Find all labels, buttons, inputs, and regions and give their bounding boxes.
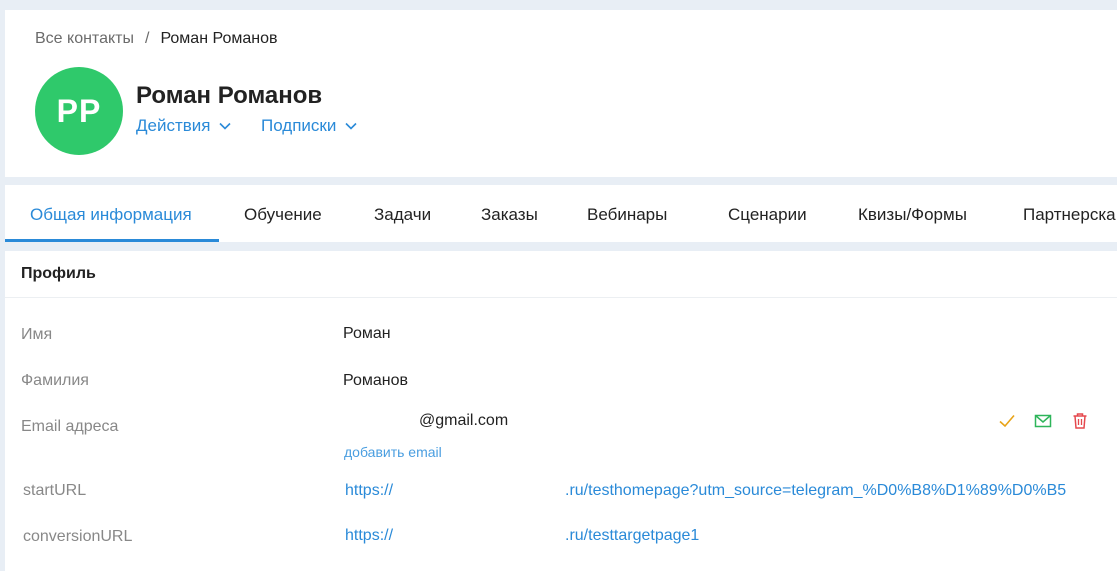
breadcrumb: Все контакты / Роман Романов: [35, 30, 277, 48]
tab-tasks[interactable]: Задачи: [374, 205, 431, 225]
subscriptions-dropdown[interactable]: Подписки: [261, 116, 357, 136]
last-name-label: Фамилия: [21, 372, 89, 389]
contact-header: Все контакты / Роман Романов PP Роман Рома…: [5, 10, 1117, 177]
actions-label: Действия: [136, 116, 211, 135]
conversion-url-link-suffix[interactable]: .ru/testtargetpage1: [565, 527, 699, 545]
check-icon[interactable]: [998, 412, 1016, 430]
last-name-value: Романов: [343, 372, 408, 389]
actions-dropdown[interactable]: Действия: [136, 116, 232, 136]
subscriptions-label: Подписки: [261, 116, 337, 135]
start-url-link-suffix[interactable]: .ru/testhomepage?utm_source=telegram_%D0…: [565, 482, 1066, 500]
conversion-url-link-prefix[interactable]: https://: [345, 527, 393, 545]
tab-scenarios[interactable]: Сценарии: [728, 205, 807, 225]
chevron-down-icon: [345, 122, 357, 130]
add-email-link[interactable]: добавить email: [344, 444, 442, 460]
tab-partner[interactable]: Партнерска: [1023, 205, 1116, 225]
tab-quizzes-forms[interactable]: Квизы/Формы: [858, 205, 967, 225]
email-label: Email адреса: [21, 418, 119, 435]
active-tab-indicator: [5, 239, 219, 242]
tabs-bar: Общая информация Обучение Задачи Заказы …: [5, 185, 1117, 242]
profile-section: Профиль Имя Роман Фамилия Романов Email …: [5, 251, 1117, 571]
tab-general-info[interactable]: Общая информация: [30, 205, 192, 225]
conversion-url-label: conversionURL: [23, 528, 133, 545]
avatar: PP: [35, 67, 123, 155]
first-name-label: Имя: [21, 326, 53, 343]
tab-orders[interactable]: Заказы: [481, 205, 538, 225]
chevron-down-icon: [219, 122, 232, 130]
tab-training[interactable]: Обучение: [244, 205, 322, 225]
trash-icon[interactable]: [1071, 412, 1089, 430]
section-title: Профиль: [21, 265, 96, 282]
first-name-value: Роман: [343, 325, 391, 342]
breadcrumb-current: Роман Романов: [160, 30, 278, 47]
section-divider: [5, 297, 1117, 298]
mail-icon[interactable]: [1034, 412, 1052, 430]
email-value: @gmail.com: [419, 412, 509, 429]
tab-webinars[interactable]: Вебинары: [587, 205, 667, 225]
breadcrumb-separator: /: [144, 30, 150, 47]
contact-name: Роман Романов: [136, 82, 323, 109]
start-url-label: startURL: [23, 482, 87, 499]
breadcrumb-all-contacts[interactable]: Все контакты: [35, 30, 134, 47]
start-url-link-prefix[interactable]: https://: [345, 482, 393, 500]
